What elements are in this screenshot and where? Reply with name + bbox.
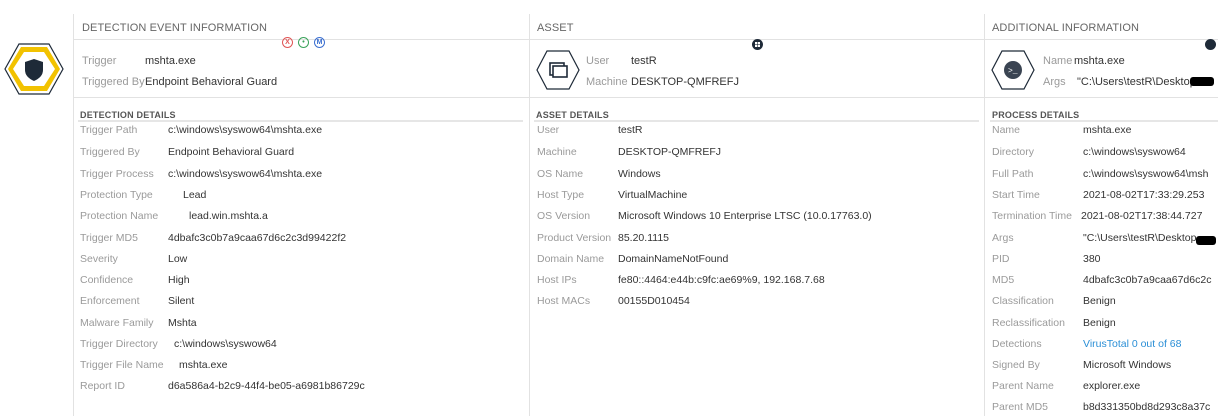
blue-m-badge: M <box>314 37 325 48</box>
svg-text:>_: >_ <box>1008 67 1018 76</box>
triggered-by-value: Endpoint Behavioral Guard <box>145 76 278 88</box>
redaction-mark <box>1190 77 1214 86</box>
redaction-mark <box>1196 236 1216 245</box>
args-value: "C:\Users\testR\Desktop <box>1077 76 1196 88</box>
machine-value: DESKTOP-QMFREFJ <box>631 76 739 88</box>
green-badge: • <box>298 37 309 48</box>
machine-label: Machine <box>586 76 628 88</box>
trigger-value: mshta.exe <box>145 55 196 67</box>
detection-details-title: DETECTION DETAILS <box>80 110 176 120</box>
user-value: testR <box>631 55 657 67</box>
name-value: mshta.exe <box>1074 55 1125 67</box>
name-label: Name <box>1043 55 1073 67</box>
header-detection-event: DETECTION EVENT INFORMATION <box>82 22 268 34</box>
trigger-label: Trigger <box>82 55 117 67</box>
process-details-title: PROCESS DETAILS <box>992 110 1080 120</box>
terminal-icon: >_ <box>991 50 1035 90</box>
shield-icon <box>4 42 64 96</box>
header-asset: ASSET <box>537 22 574 34</box>
user-label: User <box>586 55 610 67</box>
windows-icon-right <box>1205 37 1216 50</box>
windows-icon <box>752 37 763 50</box>
monitor-icon <box>536 50 580 90</box>
virustotal-link[interactable]: VirusTotal 0 out of 68 <box>1083 338 1181 350</box>
header-additional: ADDITIONAL INFORMATION <box>992 22 1140 34</box>
triggered-by-label: Triggered By <box>82 76 145 88</box>
asset-details-title: ASSET DETAILS <box>536 110 609 120</box>
red-x-badge: X <box>282 37 293 48</box>
args-label: Args <box>1043 76 1066 88</box>
